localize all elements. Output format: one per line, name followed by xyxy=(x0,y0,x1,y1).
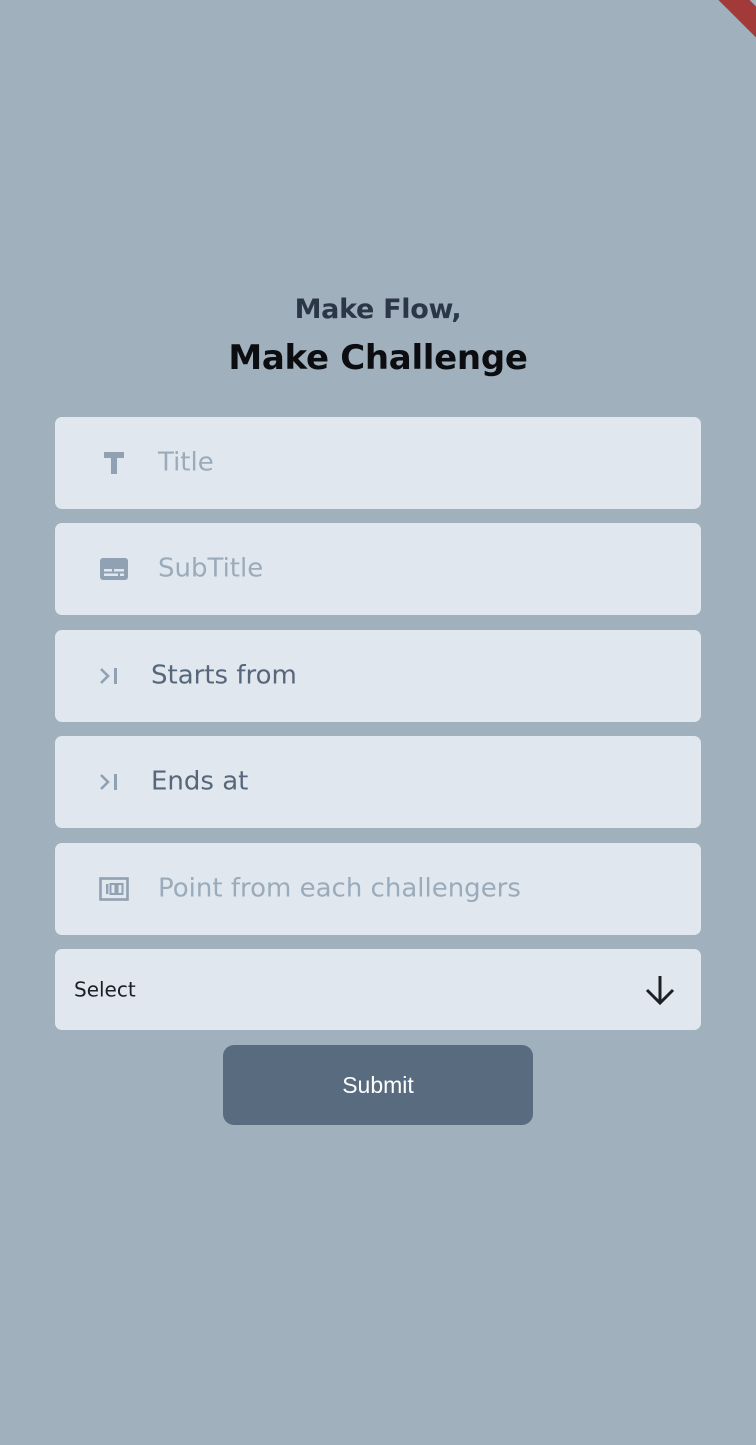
starts-from-value: Starts from xyxy=(151,660,297,691)
skip-next-icon xyxy=(93,766,125,798)
ends-at-field[interactable]: Ends at xyxy=(55,736,701,828)
arrow-down-icon xyxy=(643,973,677,1007)
points-placeholder: Point from each challengers xyxy=(158,873,521,904)
title-icon xyxy=(98,447,130,479)
title-placeholder: Title xyxy=(158,447,214,478)
submit-button[interactable]: Submit xyxy=(223,1045,533,1125)
ends-at-value: Ends at xyxy=(151,766,249,797)
points-field[interactable]: Point from each challengers xyxy=(55,843,701,935)
skip-next-icon xyxy=(93,660,125,692)
type-select[interactable]: Select xyxy=(55,949,701,1030)
starts-from-field[interactable]: Starts from xyxy=(55,630,701,722)
select-label: Select xyxy=(74,977,136,1002)
page-title: Make Challenge xyxy=(228,338,528,378)
debug-banner xyxy=(677,0,756,51)
title-field[interactable]: Title xyxy=(55,417,701,509)
page-subtitle: Make Flow, xyxy=(294,294,462,325)
subtitle-placeholder: SubTitle xyxy=(158,553,264,584)
subtitles-icon xyxy=(98,553,130,585)
subtitle-field[interactable]: SubTitle xyxy=(55,523,701,615)
counter-100-icon xyxy=(98,873,130,905)
